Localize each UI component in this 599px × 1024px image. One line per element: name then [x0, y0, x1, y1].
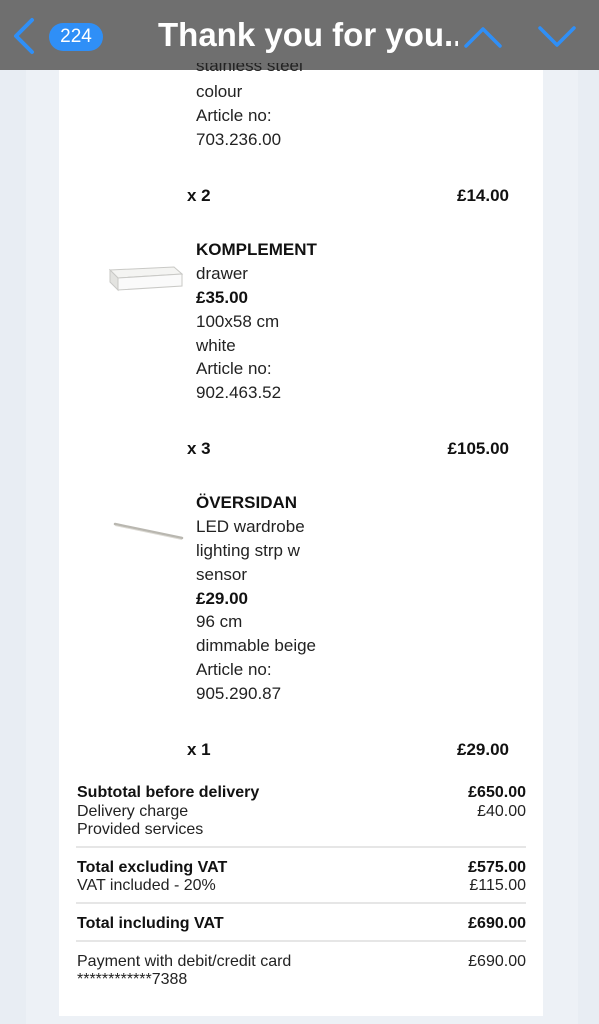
mail-header-bar: 224 Thank you for you...	[0, 0, 599, 70]
total-excluding-vat-label: Total excluding VAT	[77, 859, 228, 876]
payment-amount: £690.00	[468, 953, 526, 970]
item-article-number: 703.236.00	[196, 130, 282, 149]
item-article-number: 902.463.52	[196, 383, 282, 402]
previous-message-button[interactable]	[462, 22, 504, 52]
divider	[76, 846, 526, 848]
chevron-up-icon	[464, 27, 502, 48]
item-detail-line: colour	[196, 82, 243, 101]
item-detail-line: 96 cm	[196, 612, 243, 631]
back-button[interactable]	[10, 16, 40, 56]
drawer-product-image	[108, 266, 184, 292]
total-excluding-vat-value: £575.00	[468, 859, 526, 876]
item-line-total: £14.00	[457, 186, 509, 205]
item-description: lighting strp w	[196, 541, 300, 560]
vat-value: £115.00	[469, 877, 526, 894]
delivery-charge-label: Delivery charge	[77, 803, 189, 820]
item-description: LED wardrobe	[196, 517, 305, 536]
item-detail-line: Article no:	[196, 359, 272, 378]
delivery-charge-value: £40.00	[477, 803, 526, 820]
item-detail-line: dimmable beige	[196, 636, 317, 655]
email-subject-title: Thank you for you...	[158, 16, 458, 53]
masked-card-number: ************7388	[77, 971, 188, 988]
item-line-total: £29.00	[457, 740, 509, 759]
item-quantity: x 2	[187, 186, 211, 205]
total-including-vat-label: Total including VAT	[77, 915, 224, 932]
item-article-number: 905.290.87	[196, 684, 282, 703]
chevron-down-icon	[538, 26, 576, 47]
item-name: KOMPLEMENT	[196, 240, 317, 259]
item-quantity: x 3	[187, 439, 211, 458]
chevron-left-icon	[14, 18, 34, 54]
vat-label: VAT included - 20%	[77, 877, 216, 894]
item-detail-line: 100x58 cm	[196, 312, 280, 331]
next-message-button[interactable]	[536, 22, 578, 52]
item-detail-line: Article no:	[196, 660, 272, 679]
item-detail-line: white	[196, 336, 236, 355]
divider	[76, 940, 526, 942]
subtotal-value: £650.00	[468, 784, 526, 801]
item-line-total: £105.00	[447, 439, 509, 458]
provided-services-label: Provided services	[77, 821, 204, 838]
item-unit-price: £29.00	[196, 589, 248, 608]
item-description: drawer	[196, 264, 248, 283]
item-name: ÖVERSIDAN	[196, 493, 298, 512]
unread-count-badge[interactable]: 224	[49, 23, 103, 51]
item-description: sensor	[196, 565, 248, 584]
item-detail-line: Article no:	[196, 106, 272, 125]
led-strip-product-image	[113, 522, 184, 540]
payment-method-label: Payment with debit/credit card	[77, 953, 292, 970]
item-quantity: x 1	[187, 740, 211, 759]
divider	[76, 902, 526, 904]
item-unit-price: £35.00	[196, 288, 248, 307]
total-including-vat-value: £690.00	[468, 915, 526, 932]
subtotal-label: Subtotal before delivery	[77, 784, 260, 801]
